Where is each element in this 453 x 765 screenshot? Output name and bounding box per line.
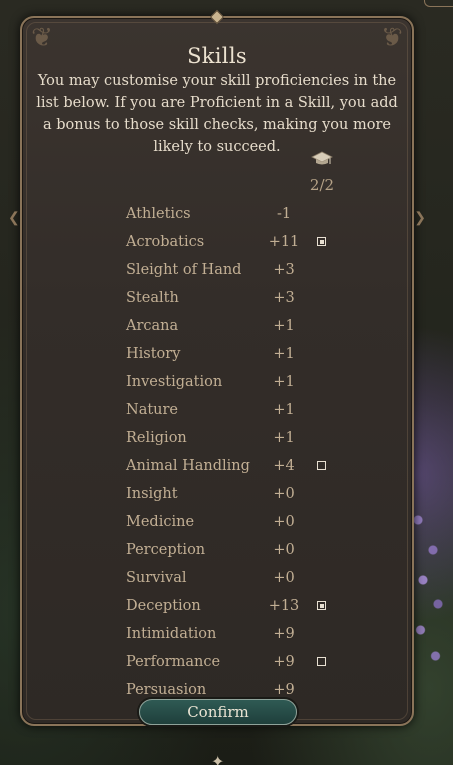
skill-name: Acrobatics — [126, 234, 205, 250]
skill-name: Investigation — [126, 374, 223, 390]
skill-row[interactable]: Nature +1 — [126, 396, 346, 424]
skill-name: Medicine — [126, 514, 195, 530]
skill-row[interactable]: Survival +0 — [126, 564, 346, 592]
skill-bonus: +1 — [273, 430, 295, 446]
skill-name: Persuasion — [126, 682, 207, 698]
skill-name: Survival — [126, 570, 187, 586]
skill-row[interactable]: Intimidation +9 — [126, 620, 346, 648]
skill-bonus: +13 — [268, 598, 300, 614]
skill-bonus: +1 — [273, 374, 295, 390]
skill-name: Athletics — [126, 206, 191, 222]
skill-row[interactable]: Performance +9 — [126, 648, 346, 676]
panel-title: Skills — [187, 44, 247, 68]
skill-bonus: +0 — [273, 570, 295, 586]
skill-row[interactable]: Insight +0 — [126, 480, 346, 508]
bottom-ornament-icon: ✦ — [211, 752, 225, 765]
skill-row[interactable]: Investigation +1 — [126, 368, 346, 396]
skill-name: Deception — [126, 598, 201, 614]
skill-bonus: +1 — [273, 346, 295, 362]
skill-row[interactable]: Religion +1 — [126, 424, 346, 452]
proficiency-header: 2/2 — [304, 150, 340, 194]
skill-name: History — [126, 346, 181, 362]
graduation-cap-icon — [311, 151, 333, 165]
skill-name: Perception — [126, 542, 206, 558]
skill-row[interactable]: History +1 — [126, 340, 346, 368]
skill-row[interactable]: Acrobatics +11 — [126, 228, 346, 256]
panel-description: You may customise your skill proficienci… — [36, 73, 398, 155]
skill-bonus: +0 — [273, 486, 295, 502]
skill-bonus: +9 — [273, 654, 295, 670]
skill-row[interactable]: Sleight of Hand +3 — [126, 256, 346, 284]
skill-bonus: +1 — [273, 402, 295, 418]
skill-bonus: -1 — [276, 206, 292, 222]
skill-name: Performance — [126, 654, 221, 670]
skills-list: Athletics -1 Acrobatics +11 Sleight of Hand +… — [126, 200, 346, 704]
skill-bonus: +9 — [273, 626, 295, 642]
skill-row[interactable]: Medicine +0 — [126, 508, 346, 536]
proficiency-checkbox[interactable] — [317, 657, 326, 666]
skill-name: Insight — [126, 486, 178, 502]
skill-row[interactable]: Perception +0 — [126, 536, 346, 564]
skill-name: Sleight of Hand — [126, 262, 242, 278]
skill-bonus: +0 — [273, 514, 295, 530]
skill-name: Intimidation — [126, 626, 217, 642]
skill-name: Arcana — [126, 318, 179, 334]
skill-name: Religion — [126, 430, 187, 446]
skill-bonus: +3 — [273, 262, 295, 278]
skill-bonus: +1 — [273, 318, 295, 334]
side-ornament-icon: ❮ — [8, 210, 20, 226]
skill-row[interactable]: Athletics -1 — [126, 200, 346, 228]
skill-name: Nature — [126, 402, 179, 418]
skill-row[interactable]: Animal Handling +4 — [126, 452, 346, 480]
skill-name: Stealth — [126, 290, 179, 306]
skill-name: Animal Handling — [126, 458, 250, 474]
side-ornament-icon: ❯ — [414, 210, 426, 226]
proficiency-counter: 2/2 — [309, 176, 335, 194]
confirm-button[interactable]: Confirm — [139, 699, 297, 725]
skill-bonus: +11 — [268, 234, 300, 250]
skill-bonus: +0 — [273, 542, 295, 558]
proficiency-checkbox[interactable] — [317, 601, 326, 610]
proficiency-checkbox[interactable] — [317, 237, 326, 246]
skill-bonus: +4 — [273, 458, 295, 474]
skill-row[interactable]: Deception +13 — [126, 592, 346, 620]
skill-bonus: +9 — [273, 682, 295, 698]
adjacent-panel-edge — [424, 0, 453, 7]
skill-row[interactable]: Arcana +1 — [126, 312, 346, 340]
skill-row[interactable]: Stealth +3 — [126, 284, 346, 312]
skill-bonus: +3 — [273, 290, 295, 306]
proficiency-checkbox[interactable] — [317, 461, 326, 470]
skills-panel: ❦ ❦ ❮ ❯ Skills You may customise your sk… — [8, 9, 426, 726]
